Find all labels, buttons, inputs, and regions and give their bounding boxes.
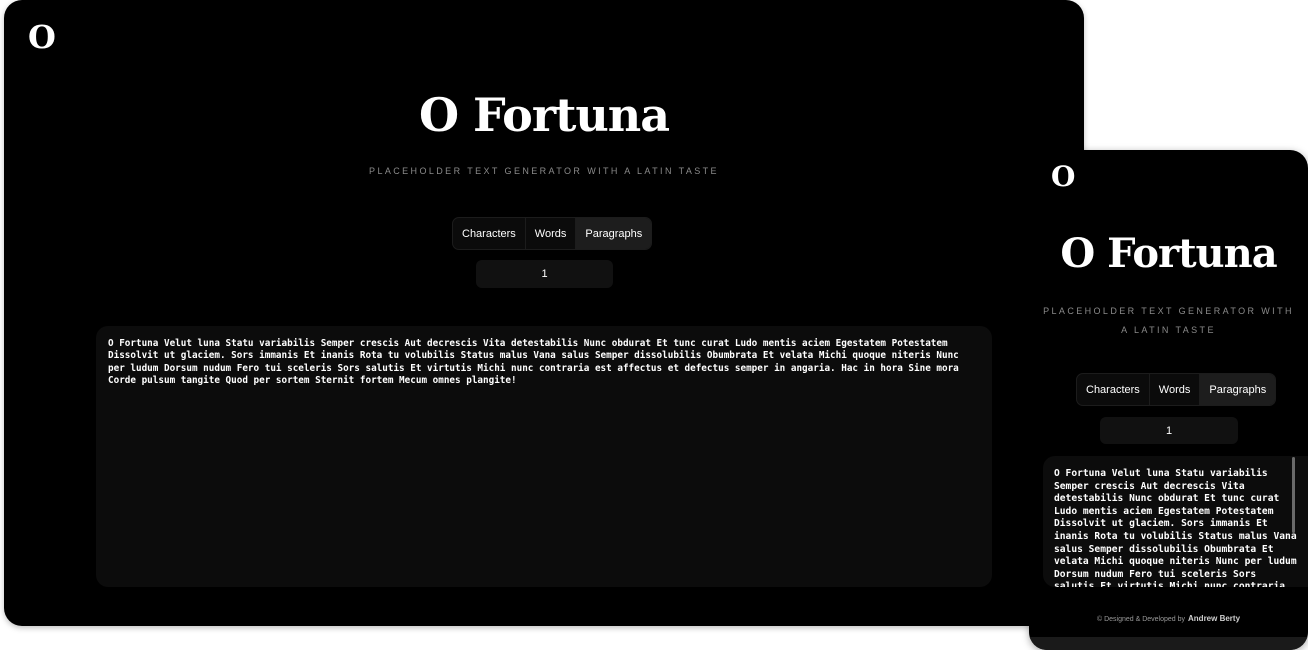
generated-text-output[interactable]: O Fortuna Velut luna Statu variabilis Se… — [1043, 456, 1308, 587]
generated-text-output[interactable]: O Fortuna Velut luna Statu variabilis Se… — [96, 326, 992, 587]
tab-words[interactable]: Words — [1150, 374, 1201, 405]
tab-paragraphs[interactable]: Paragraphs — [576, 218, 652, 249]
desktop-preview: O O Fortuna PLACEHOLDER TEXT GENERATOR W… — [4, 0, 1084, 626]
footer-credit: © Designed & Developed by — [1096, 616, 1186, 623]
count-input[interactable]: 1 — [476, 260, 613, 288]
bottom-bar — [1029, 637, 1308, 650]
logo[interactable]: O — [28, 18, 56, 56]
footer-author-link[interactable]: Andrew Berty — [1188, 614, 1240, 623]
count-input[interactable]: 1 — [1100, 417, 1238, 444]
page-subtitle: PLACEHOLDER TEXT GENERATOR WITH A LATIN … — [369, 166, 719, 176]
tab-words[interactable]: Words — [526, 218, 577, 249]
mode-tabs: Characters Words Paragraphs — [1076, 373, 1277, 406]
footer: © Designed & Developed by Andrew Berty — [1029, 614, 1308, 623]
mobile-preview: O O Fortuna PLACEHOLDER TEXT GENERATOR W… — [1029, 150, 1308, 650]
logo[interactable]: O — [1051, 160, 1075, 193]
tab-paragraphs[interactable]: Paragraphs — [1200, 374, 1276, 405]
output-scrollbar[interactable] — [1292, 457, 1295, 533]
page-title: O Fortuna — [418, 88, 670, 142]
tab-characters[interactable]: Characters — [453, 218, 526, 249]
page-title: O Fortuna — [1060, 230, 1277, 277]
page-subtitle: PLACEHOLDER TEXT GENERATOR WITH A LATIN … — [1043, 306, 1294, 335]
mode-tabs: Characters Words Paragraphs — [452, 217, 653, 250]
tab-characters[interactable]: Characters — [1077, 374, 1150, 405]
